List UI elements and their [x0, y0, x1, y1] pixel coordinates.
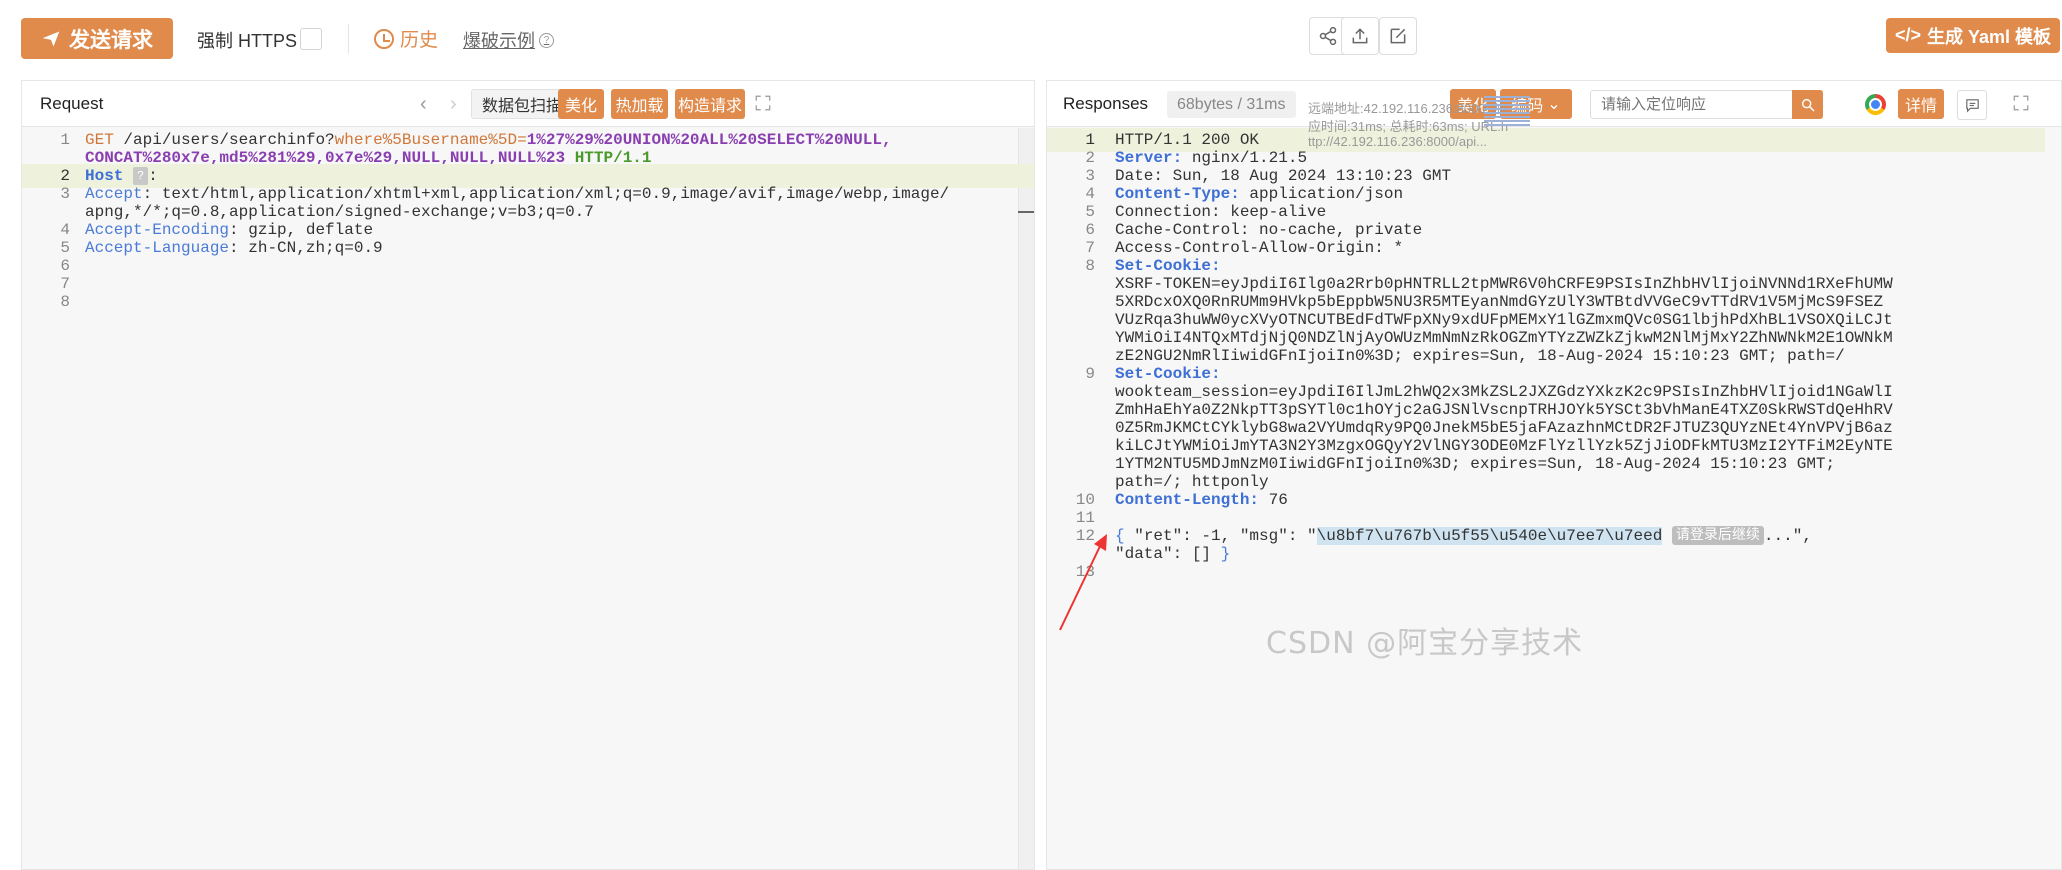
locate-search-button[interactable] — [1792, 90, 1823, 119]
next-arrow-icon[interactable]: › — [450, 93, 457, 116]
comment-button[interactable] — [1957, 90, 1987, 120]
response-editor[interactable]: 1 HTTP/1.1 200 OK 2 Server: nginx/1.21.5… — [1047, 128, 2061, 869]
force-https-checkbox[interactable] — [300, 28, 322, 50]
request-beautify-label: 美化 — [564, 98, 597, 115]
force-https-label: 强制 HTTPS — [197, 31, 298, 51]
response-panel: Responses 68bytes / 31ms 美化 编码 ⌄ 详情 1 H — [1046, 80, 2062, 870]
build-request-button[interactable]: 构造请求 — [675, 89, 745, 119]
line-number: 8 — [60, 293, 70, 311]
history-button[interactable]: 历史 — [374, 25, 438, 52]
response-title: Responses — [1063, 94, 1149, 113]
details-label: 详情 — [1904, 98, 1937, 115]
request-beautify-button[interactable]: 美化 — [558, 89, 604, 119]
chevron-down-icon: ⌄ — [1547, 96, 1561, 113]
hotload-label: 热加载 — [615, 98, 664, 115]
share-icon — [1319, 26, 1337, 46]
history-label: 历史 — [400, 30, 439, 51]
request-title: Request — [40, 94, 104, 113]
send-request-label: 发送请求 — [69, 28, 153, 52]
generate-yaml-label: 生成 Yaml 模板 — [1927, 26, 2052, 47]
locate-search-input[interactable] — [1591, 91, 1791, 118]
code-line: 13 — [1047, 560, 2061, 584]
top-toolbar: 发送请求 强制 HTTPS 历史 爆破示例 ? </> 生成 Yaml 模板 — [0, 0, 2062, 78]
request-expand-button[interactable] — [754, 94, 772, 112]
burst-example-link[interactable]: 爆破示例 ? — [463, 27, 554, 53]
export-button[interactable] — [1341, 17, 1379, 55]
expand-icon — [755, 95, 771, 111]
hotload-button[interactable]: 热加载 — [611, 89, 668, 119]
chrome-icon[interactable] — [1865, 94, 1886, 115]
edit-icon — [1390, 28, 1406, 44]
comment-icon — [1965, 98, 1979, 113]
code-icon: </> — [1894, 25, 1921, 45]
response-minimap[interactable] — [1484, 96, 1530, 132]
generate-yaml-button[interactable]: </> 生成 Yaml 模板 — [1886, 18, 2060, 53]
response-header: Responses 68bytes / 31ms 美化 编码 ⌄ 详情 — [1047, 81, 2061, 127]
upload-icon — [1352, 28, 1368, 44]
request-panel: Request ‹ › 数据包扫描 美化 热加载 构造请求 1 GET /api… — [21, 80, 1035, 870]
help-icon[interactable]: ? — [539, 32, 554, 48]
response-expand-button[interactable] — [2012, 94, 2030, 112]
response-metric: 68bytes / 31ms — [1167, 91, 1296, 118]
watermark: CSDN @阿宝分享技术 — [1266, 626, 1584, 661]
clock-icon — [374, 28, 394, 49]
red-arrow-annotation — [1059, 534, 1107, 631]
response-info-line: 应时间:31ms; 总耗时:63ms; URL:h — [1308, 119, 1509, 134]
send-request-button[interactable]: 发送请求 — [21, 18, 173, 59]
paper-plane-icon — [42, 31, 60, 46]
response-info-line: ttp://42.192.116.236:8000/api... — [1308, 134, 1488, 149]
build-request-label: 构造请求 — [677, 98, 742, 115]
packet-scan-label: 数据包扫描 — [482, 98, 563, 115]
burst-example-label: 爆破示例 — [463, 31, 535, 51]
toolbar-divider — [348, 24, 349, 54]
edit-button[interactable] — [1379, 17, 1417, 55]
request-header: Request ‹ › 数据包扫描 美化 热加载 构造请求 — [22, 81, 1034, 127]
details-button[interactable]: 详情 — [1898, 89, 1944, 119]
locate-search — [1590, 90, 1823, 119]
expand-icon — [2013, 95, 2029, 111]
prev-arrow-icon[interactable]: ‹ — [420, 93, 427, 116]
code-line: 8 — [22, 290, 1034, 314]
response-info-line: 远端地址:42.192.116.236:8000; 响 — [1308, 101, 1506, 116]
request-editor[interactable]: 1 GET /api/users/searchinfo?where%5Buser… — [22, 128, 1034, 869]
search-icon — [1801, 98, 1815, 112]
